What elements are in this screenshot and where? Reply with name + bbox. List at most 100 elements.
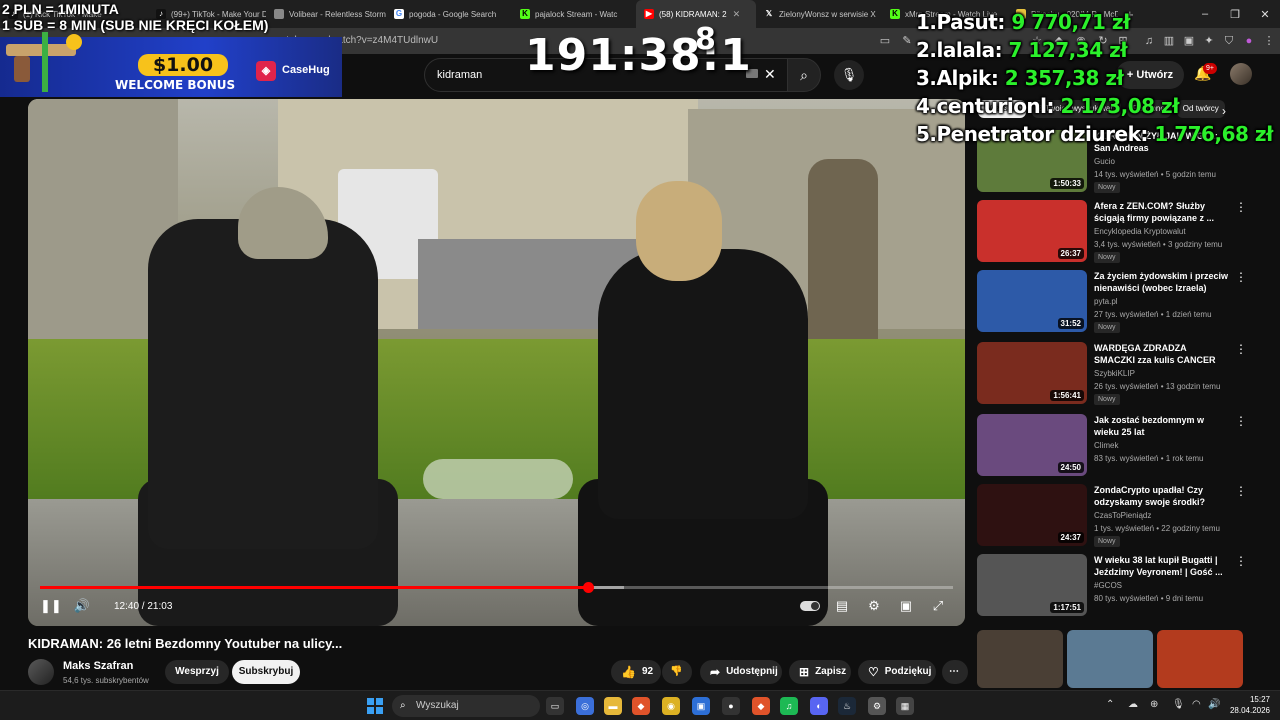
recommended-video[interactable]: 1:17:51 W wieku 38 lat kupił Bugatti | Je… — [977, 554, 1247, 620]
subtitles-icon[interactable]: ▤ — [832, 597, 852, 615]
recommended-video[interactable]: 24:50 Jak zostać bezdomnym w wieku 25 lat… — [977, 414, 1247, 480]
autoplay-toggle[interactable] — [800, 601, 820, 611]
kebab-menu-icon[interactable]: ⋮ — [1235, 200, 1247, 214]
recommended-video[interactable]: 31:52 Za życiem żydowskim i przeciw niena… — [977, 270, 1247, 336]
task-view-icon[interactable]: ▭ — [546, 697, 564, 715]
casehug-logo-icon: ◈ — [256, 61, 276, 81]
discord-icon[interactable]: ◐ — [810, 697, 828, 715]
shorts-thumbnail[interactable] — [1157, 630, 1243, 688]
recommended-video-channel[interactable]: Encyklopedia Kryptowalut — [1094, 227, 1186, 236]
microphone-icon[interactable]: 🎙 — [1172, 699, 1185, 710]
video-thumbnail[interactable]: 24:50 — [977, 414, 1087, 476]
settings-gear-icon[interactable]: ⚙ — [868, 697, 886, 715]
video-thumbnail[interactable]: 31:52 — [977, 270, 1087, 332]
video-thumbnail[interactable]: 1:17:51 — [977, 554, 1087, 616]
heart-dollar-icon: ♡ — [868, 665, 879, 679]
recommended-video-meta: 27 tys. wyświetleń • 1 dzień temu — [1094, 310, 1212, 319]
save-button[interactable]: ⊞ Zapisz — [789, 660, 851, 684]
leaderboard-name: centurionl: — [936, 94, 1055, 118]
brave-icon[interactable]: ◆ — [632, 697, 650, 715]
search-button[interactable]: ⌕ — [787, 58, 821, 92]
save-icon: ⊞ — [799, 665, 810, 679]
video-frame-person — [148, 219, 378, 549]
share-button[interactable]: ➦ Udostępnij — [700, 660, 782, 684]
shorts-thumbnail[interactable] — [977, 630, 1063, 688]
recommended-video-channel[interactable]: CzasToPieniądz — [1094, 511, 1151, 520]
recommended-video[interactable]: 24:37 ZondaCrypto upadła! Czy odzyskamy s… — [977, 484, 1247, 550]
brave-active-icon[interactable]: ◆ — [752, 697, 770, 715]
settings-gear-icon[interactable]: ⚙ — [864, 597, 884, 615]
channel-avatar[interactable] — [28, 659, 54, 685]
video-duration: 24:37 — [1057, 532, 1084, 543]
copilot-icon[interactable]: ◎ — [576, 697, 594, 715]
join-button[interactable]: Wesprzyj — [165, 660, 229, 684]
fullscreen-icon[interactable]: ⤢ — [928, 597, 948, 615]
skin-weapon-icon — [6, 32, 82, 92]
kebab-menu-icon[interactable]: ⋮ — [1235, 270, 1247, 284]
close-tab-icon[interactable]: ✕ — [733, 9, 741, 20]
browser-tab[interactable]: Volibear - Relentless Storm — [266, 0, 386, 28]
obs-icon[interactable]: ● — [722, 697, 740, 715]
recommended-video-channel[interactable]: SzybkiKLIP — [1094, 369, 1135, 378]
wifi-icon[interactable]: ◠ — [1192, 699, 1201, 710]
file-explorer-icon[interactable]: ▬ — [604, 697, 622, 715]
cast-icon[interactable]: ▭ — [878, 34, 892, 48]
recommended-video-title[interactable]: W wieku 38 lat kupił Bugatti | Jeździmy … — [1094, 554, 1229, 578]
calculator-icon[interactable]: ▦ — [896, 697, 914, 715]
video-thumbnail[interactable]: 1:56:41 — [977, 342, 1087, 404]
taskbar-clock[interactable]: 15:27 28.04.2026 — [1226, 694, 1270, 716]
video-thumbnail[interactable]: 24:37 — [977, 484, 1087, 546]
browser-tab[interactable]: Kpajalock Stream - Watc — [512, 0, 636, 28]
recommended-video-title[interactable]: Afera z ZEN.COM? Służby ścigają firmy po… — [1094, 200, 1229, 224]
taskbar-search[interactable]: ⌕ Wyszukaj — [392, 695, 540, 717]
leaderboard-rank: 3. — [916, 66, 937, 90]
pause-icon[interactable]: ❚❚ — [40, 597, 62, 615]
recommended-video-channel[interactable]: #GCOS — [1094, 581, 1122, 590]
clear-search-icon[interactable]: ✕ — [764, 64, 778, 84]
recommended-video-channel[interactable]: pyta.pl — [1094, 297, 1118, 306]
banner-brand: CaseHug — [282, 64, 330, 76]
windows-start-icon[interactable] — [367, 698, 383, 714]
store-icon[interactable]: ▣ — [692, 697, 710, 715]
network-icon[interactable]: ⊕ — [1150, 699, 1158, 710]
share-icon: ➦ — [710, 665, 721, 679]
miniplayer-icon[interactable]: ▣ — [896, 597, 916, 615]
recommended-video-title[interactable]: ZondaCrypto upadła! Czy odzyskamy swoje … — [1094, 484, 1229, 508]
subscribe-button[interactable]: Subskrybuj — [232, 660, 300, 684]
kebab-menu-icon[interactable]: ⋮ — [1235, 342, 1247, 356]
recommended-video-channel[interactable]: Climek — [1094, 441, 1118, 450]
volume-icon[interactable]: 🔊 — [72, 597, 92, 615]
onedrive-icon[interactable]: ☁ — [1128, 699, 1138, 710]
recommended-video-title[interactable]: WARDĘGA ZDRADZA SMACZKI zza kulis CANCER… — [1094, 342, 1229, 366]
kebab-menu-icon[interactable]: ⋮ — [1235, 554, 1247, 568]
recommended-video-title[interactable]: Jak zostać bezdomnym w wieku 25 lat — [1094, 414, 1229, 438]
recommended-video-meta: 14 tys. wyświetleń • 5 godzin temu — [1094, 170, 1216, 179]
kebab-menu-icon[interactable]: ⋮ — [1235, 484, 1247, 498]
recommended-video[interactable]: 26:37 Afera z ZEN.COM? Służby ścigają fir… — [977, 200, 1247, 266]
speaker-icon[interactable]: 🔊 — [1208, 699, 1220, 710]
seek-bar-scrubber[interactable] — [582, 582, 594, 593]
shorts-thumbnail[interactable] — [1067, 630, 1153, 688]
recommended-video-channel[interactable]: Gucio — [1094, 157, 1115, 166]
channel-name[interactable]: Maks Szafran — [63, 660, 133, 672]
thanks-button[interactable]: ♡ Podziękuj — [858, 660, 936, 684]
leaderboard-row: 1.Pasut: 9 770,71 zł — [916, 8, 1280, 36]
recommended-video-title[interactable]: Za życiem żydowskim i przeciw nienawiści… — [1094, 270, 1229, 294]
seek-bar[interactable] — [40, 582, 953, 593]
recommended-video[interactable]: 1:56:41 WARDĘGA ZDRADZA SMACZKI zza kulis… — [977, 342, 1247, 408]
google-icon: G — [394, 9, 404, 19]
browser-tab[interactable]: Gpogoda - Google Search — [386, 0, 512, 28]
voice-search-button[interactable]: 🎙 — [834, 60, 864, 90]
steam-icon[interactable]: ♨ — [838, 697, 856, 715]
video-player[interactable]: ❚❚ 🔊 12:40 / 21:03 ▤ ⚙ ▣ ⤢ — [28, 99, 965, 626]
like-button[interactable]: 👍 92 — [611, 660, 661, 684]
kebab-menu-icon[interactable]: ⋮ — [1235, 414, 1247, 428]
browser-tab[interactable]: 𝕏 ZielonyWonsz w serwisie X — [756, 0, 882, 28]
more-actions-button[interactable]: ⋯ — [942, 660, 968, 684]
spotify-icon[interactable]: ♫ — [780, 697, 798, 715]
video-thumbnail[interactable]: 26:37 — [977, 200, 1087, 262]
chevron-up-icon[interactable]: ⌃ — [1106, 699, 1114, 710]
dislike-button[interactable]: 👎 — [662, 660, 692, 684]
chrome-icon[interactable]: ◉ — [662, 697, 680, 715]
pen-icon[interactable]: ✎ — [900, 34, 914, 48]
